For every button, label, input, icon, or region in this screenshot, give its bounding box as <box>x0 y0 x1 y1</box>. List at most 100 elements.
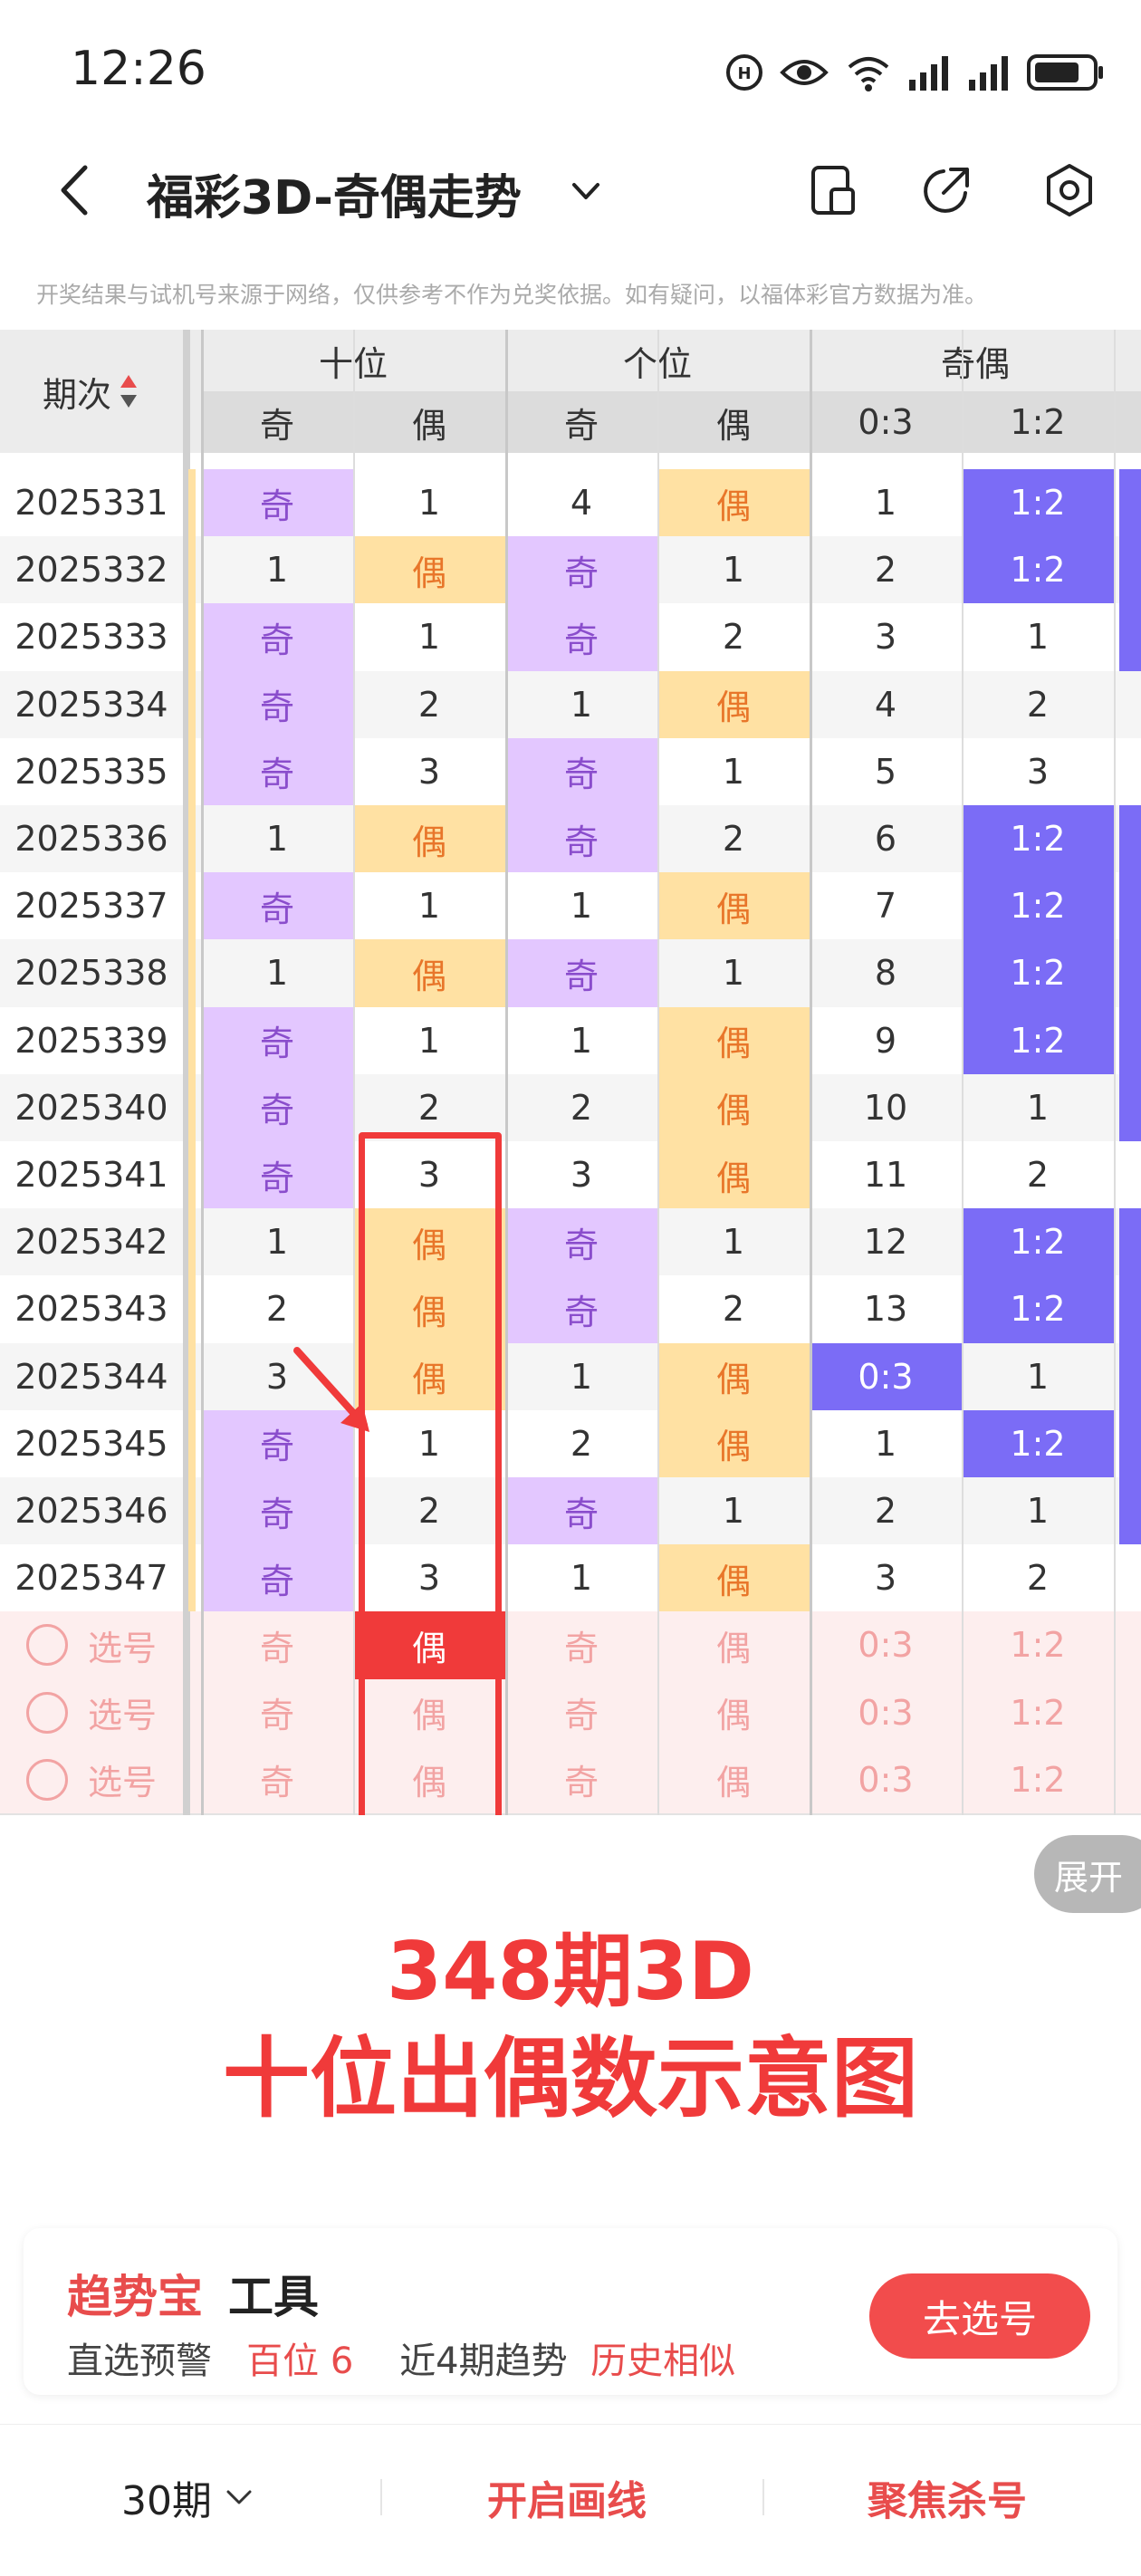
select-cell[interactable]: 0:3 <box>810 1746 962 1813</box>
period-select[interactable]: 30期 <box>121 2468 259 2526</box>
select-cell[interactable]: 奇 <box>201 1746 353 1813</box>
select-cell[interactable]: 奇 <box>201 1679 353 1746</box>
goto-select-button[interactable]: 去选号 <box>869 2273 1090 2359</box>
table-cell: 2 <box>722 819 745 860</box>
overlay-line1: 348期3D <box>387 1925 754 2018</box>
cutoff-column <box>1119 1275 1141 1343</box>
select-label: 选号 <box>87 1696 157 1736</box>
select-toggle[interactable]: 选号 <box>0 1679 183 1746</box>
trend-tool-card[interactable]: 趋势宝 工具 直选预警 百位 6 近4期趋势 历史相似 去选号 <box>24 2228 1117 2395</box>
table-cell: 奇 <box>505 603 657 671</box>
select-cell[interactable]: 1:2 <box>962 1746 1114 1813</box>
trend-label-2: 近4期趋势 <box>399 2341 568 2382</box>
wifi-icon <box>848 57 889 91</box>
cutoff-column <box>1119 670 1141 738</box>
issue-number: 2025331 <box>14 483 168 524</box>
expand-button[interactable]: 展开 <box>1034 1835 1141 1913</box>
toolbar-divider <box>762 2479 764 2515</box>
svg-text:H: H <box>737 64 751 83</box>
stats-dash: - <box>0 1813 183 1815</box>
sub-header: 0:3 <box>858 402 914 442</box>
select-cell[interactable]: 奇 <box>505 1679 657 1746</box>
select-toggle[interactable]: 选号 <box>0 1746 183 1813</box>
cutoff-column <box>1119 1073 1141 1141</box>
table-cell: 1:2 <box>962 872 1114 940</box>
issue-number: 2025345 <box>14 1423 168 1464</box>
issue-number: 2025336 <box>14 819 168 860</box>
select-cell[interactable]: 0:3 <box>810 1611 962 1678</box>
select-cell[interactable]: 奇 <box>505 1611 657 1678</box>
share-icon[interactable] <box>915 159 978 222</box>
phone-switch-icon[interactable] <box>801 159 864 222</box>
table-cell: 奇 <box>505 1275 657 1343</box>
select-cell[interactable]: 1:2 <box>962 1611 1114 1678</box>
cutoff-column <box>1119 939 1141 1007</box>
chevron-down-icon[interactable] <box>563 168 609 214</box>
select-circle-icon[interactable] <box>25 1624 68 1667</box>
table-cell: 1:2 <box>962 805 1114 873</box>
table-cell: 1:2 <box>962 1208 1114 1276</box>
table-cell: 1 <box>1026 1087 1050 1128</box>
table-cell: 2 <box>722 1289 745 1330</box>
table-cell: 1 <box>417 886 441 927</box>
table-cell: 2 <box>417 684 441 725</box>
select-label: 选号 <box>87 1763 157 1803</box>
table-cell: 偶 <box>657 1342 810 1410</box>
group-header: 奇偶 <box>940 343 1010 384</box>
sub-header: 奇 <box>563 405 599 446</box>
grid-line <box>201 330 204 1815</box>
table-cell: 12 <box>863 1222 908 1263</box>
app-header: 福彩3D-奇偶走势 <box>0 136 1141 245</box>
table-cell: 2 <box>570 1087 593 1128</box>
hd-icon: H <box>726 54 762 91</box>
select-cell[interactable]: 奇 <box>505 1746 657 1813</box>
table-cell: 奇 <box>201 469 353 537</box>
table-cell: 2 <box>417 1087 441 1128</box>
table-cell: 奇 <box>201 1006 353 1074</box>
grid-line <box>657 330 659 1815</box>
table-cell: 7 <box>874 886 897 927</box>
select-circle-icon[interactable] <box>25 1691 68 1734</box>
table-cell: 1 <box>417 617 441 658</box>
table-cell: 奇 <box>201 737 353 805</box>
sub-header: 偶 <box>411 405 446 446</box>
select-cell[interactable]: 0:3 <box>810 1679 962 1746</box>
select-circle-icon[interactable] <box>25 1758 68 1801</box>
arrow-icon <box>293 1346 369 1432</box>
grid-line <box>1114 330 1116 1815</box>
issue-number: 2025340 <box>14 1087 168 1128</box>
table-cell: 偶 <box>657 872 810 940</box>
table-cell: 奇 <box>505 737 657 805</box>
back-icon[interactable] <box>45 159 109 222</box>
table-cell: 1:2 <box>962 1006 1114 1074</box>
table-cell: 1 <box>722 751 745 792</box>
table-cell: 0:3 <box>810 1342 962 1410</box>
cutoff-column <box>1119 1208 1141 1276</box>
page-title[interactable]: 福彩3D-奇偶走势 <box>147 159 522 227</box>
settings-icon[interactable] <box>1038 159 1101 222</box>
cutoff-column <box>1119 1141 1141 1209</box>
select-cell[interactable]: 1:2 <box>962 1679 1114 1746</box>
select-cell[interactable]: 偶 <box>657 1746 810 1813</box>
table-cell: 偶 <box>353 536 505 604</box>
grid-line <box>962 330 964 1815</box>
table-cell: 1:2 <box>962 536 1114 604</box>
table-cell: 偶 <box>657 670 810 738</box>
highlight-box <box>359 1132 502 1815</box>
focus-kill-button[interactable]: 聚焦杀号 <box>868 2468 1027 2526</box>
issue-header[interactable]: 期次 <box>0 330 183 453</box>
select-cell[interactable]: 偶 <box>657 1611 810 1678</box>
draw-line-button[interactable]: 开启画线 <box>487 2468 647 2526</box>
select-toggle[interactable]: 选号 <box>0 1611 183 1678</box>
select-cell[interactable]: 奇 <box>201 1611 353 1678</box>
table-cell: 1:2 <box>962 469 1114 537</box>
issue-number: 2025334 <box>14 684 168 725</box>
table-cell: 1 <box>417 483 441 524</box>
table-cell: 奇 <box>201 872 353 940</box>
table-cell: 3 <box>874 617 897 658</box>
trend-tool-suffix: 工具 <box>228 2271 319 2323</box>
table-cell: 3 <box>417 751 441 792</box>
table-cell: 奇 <box>505 1208 657 1276</box>
sort-icon[interactable] <box>117 371 140 411</box>
select-cell[interactable]: 偶 <box>657 1679 810 1746</box>
